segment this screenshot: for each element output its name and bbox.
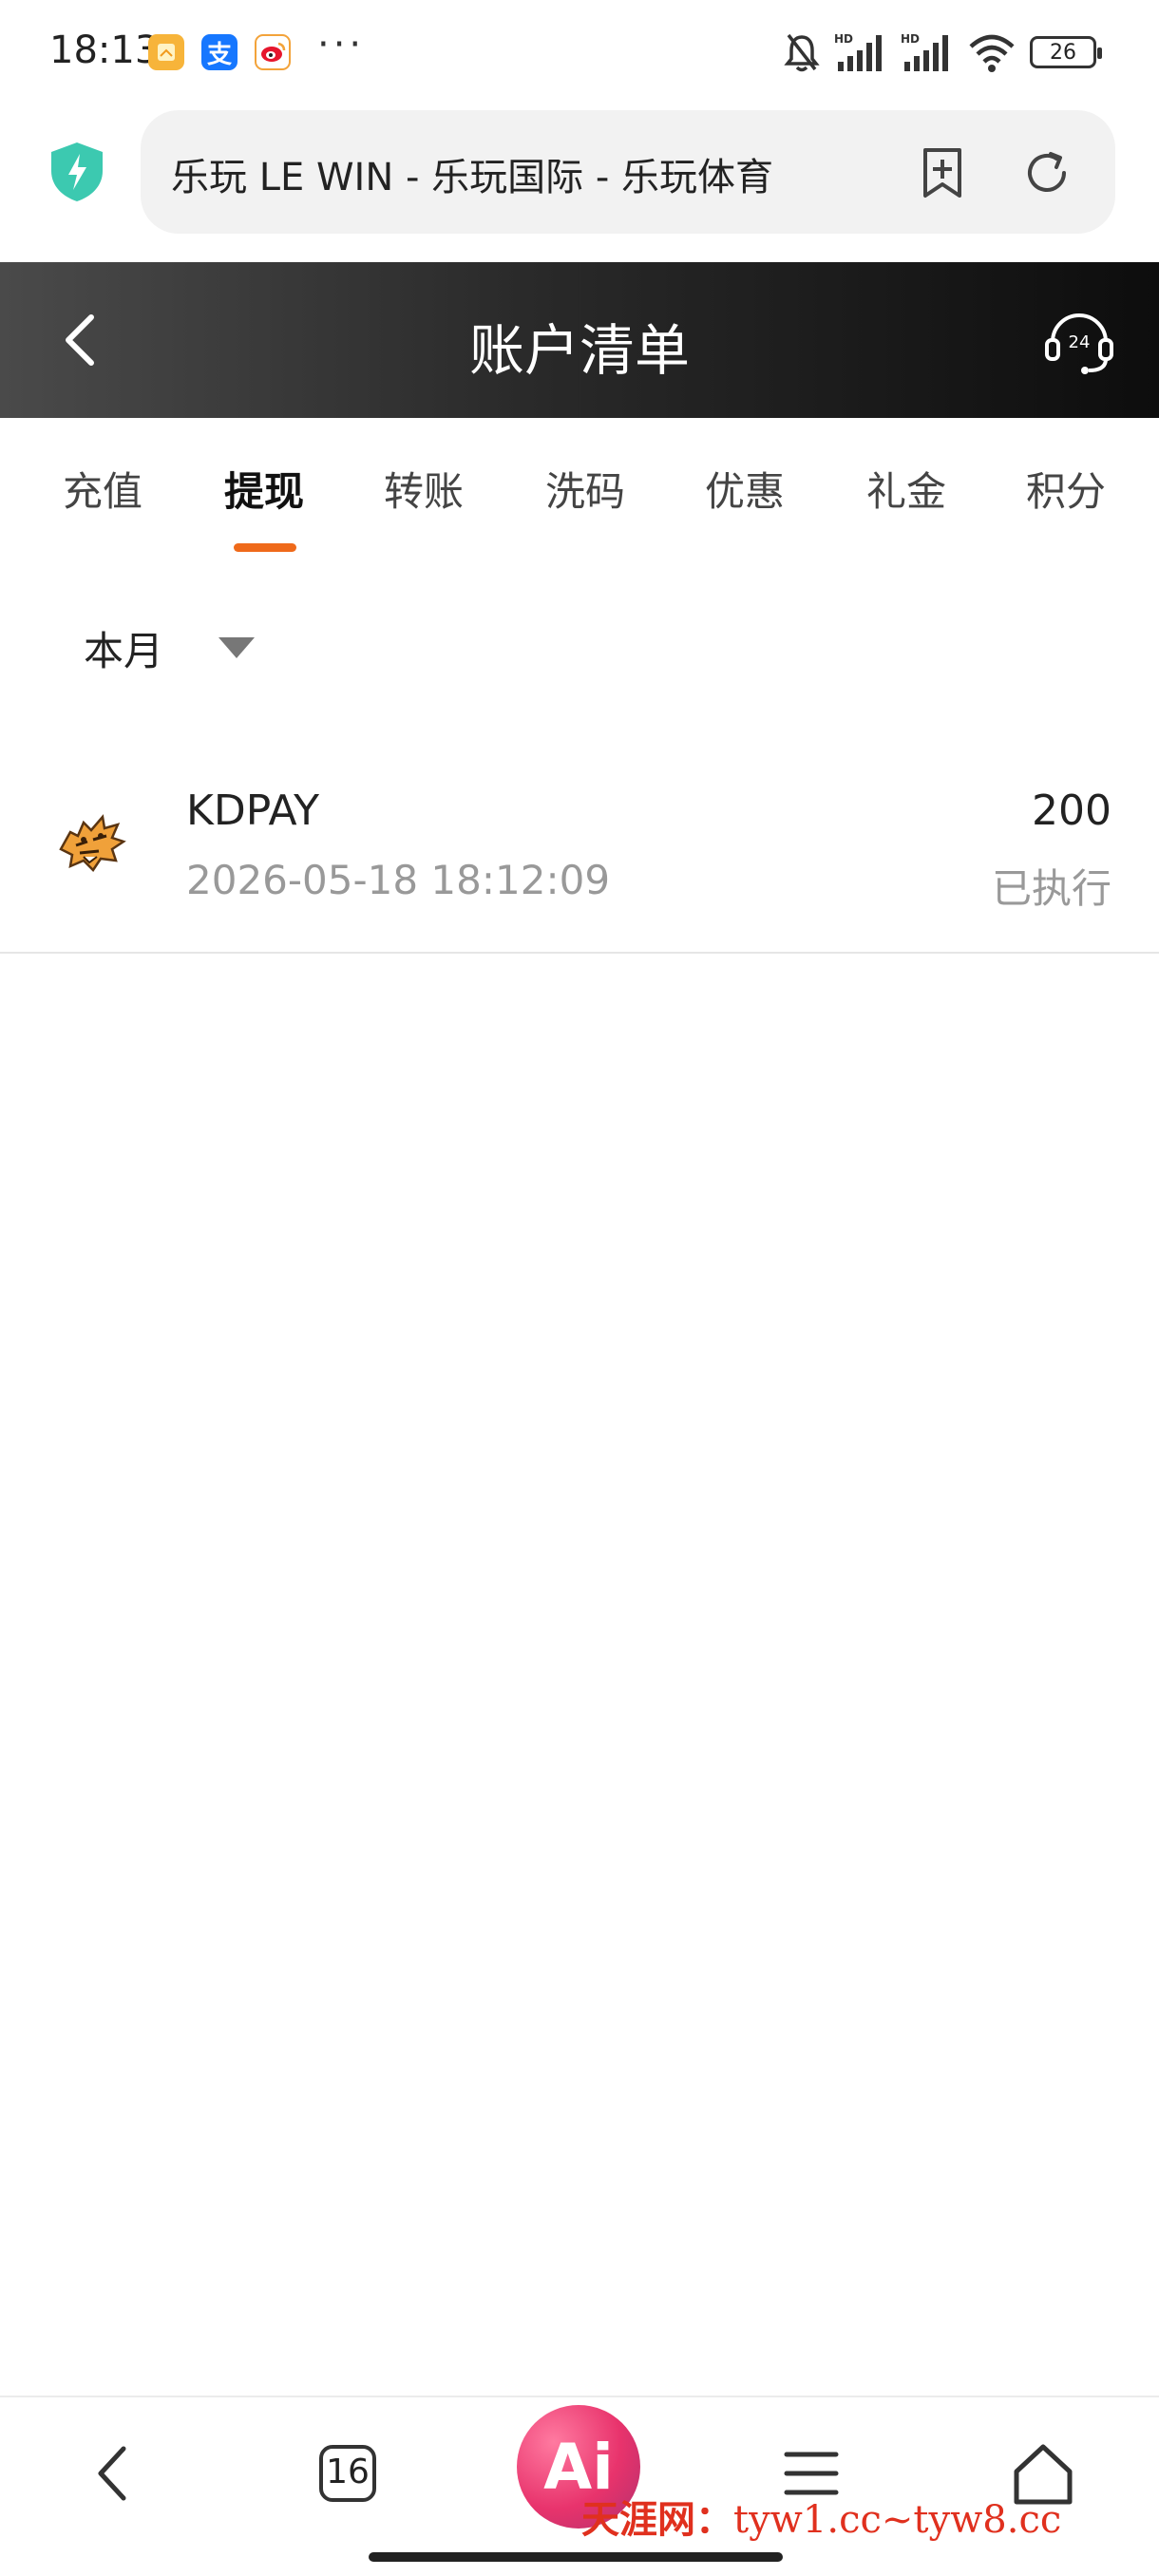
tabs-count: 16 [326, 2453, 370, 2491]
period-filter-label[interactable]: 本月 [84, 619, 163, 677]
browser-bottom-nav: 16 Ai 天涯网：tyw1.cc~tyw8.cc [0, 2396, 1159, 2576]
app-header: 账户清单 24 [0, 262, 1159, 418]
support-24h-icon[interactable]: 24 [1043, 304, 1115, 376]
battery-indicator: 26 [1030, 36, 1102, 68]
svg-text:HD: HD [834, 32, 853, 46]
tab-transfer[interactable]: 转账 [384, 460, 464, 518]
record-status: 已执行 [991, 865, 1112, 912]
record-timestamp: 2026-05-18 18:12:09 [186, 857, 611, 903]
status-bar: 18:13 支 ··· HD HD 26 [0, 0, 1159, 104]
svg-text:HD: HD [901, 32, 920, 46]
tabs-count-button[interactable]: 16 [310, 2435, 386, 2511]
home-indicator[interactable] [369, 2552, 783, 2562]
add-bookmark-icon[interactable] [914, 144, 971, 201]
caret-down-icon[interactable] [218, 637, 256, 658]
status-more-dots: ··· [317, 23, 366, 66]
watermark-url: tyw1.cc~tyw8.cc [733, 2498, 1062, 2542]
record-amount: 200 [1032, 786, 1112, 835]
refresh-icon[interactable] [1018, 144, 1075, 201]
weibo-icon [255, 34, 291, 70]
signal-hd-1-icon: HD [834, 32, 882, 71]
alipay-icon: 支 [201, 34, 238, 70]
address-text[interactable]: 乐玩 LE WIN - 乐玩国际 - 乐玩体育 [171, 146, 855, 199]
signal-hd-2-icon: HD [901, 32, 948, 71]
page-title: 账户清单 [468, 318, 690, 383]
tab-gift[interactable]: 礼金 [866, 460, 946, 518]
watermark-site: 天涯网： [581, 2497, 733, 2542]
tab-withdraw[interactable]: 提现 [224, 460, 304, 518]
tab-points[interactable]: 积分 [1026, 460, 1106, 518]
active-tab-indicator [234, 543, 296, 552]
svg-text:24: 24 [1069, 332, 1091, 352]
tab-bar: 充值 提现 转账 洗码 优惠 礼金 积分 [0, 418, 1159, 560]
kdpay-tiger-logo-icon [59, 814, 126, 872]
address-bar[interactable]: 乐玩 LE WIN - 乐玩国际 - 乐玩体育 [141, 110, 1115, 234]
nav-back-icon[interactable] [76, 2435, 152, 2511]
status-indicators: HD HD 26 [783, 28, 1102, 76]
shield-lightning-icon[interactable] [48, 141, 106, 203]
wifi-icon [969, 34, 1015, 72]
transaction-row[interactable]: KDPAY 2026-05-18 18:12:09 200 已执行 [0, 769, 1159, 954]
record-payee: KDPAY [186, 786, 320, 835]
tab-promotions[interactable]: 优惠 [705, 460, 785, 518]
tab-rebate[interactable]: 洗码 [545, 460, 625, 518]
tab-deposit[interactable]: 充值 [63, 460, 142, 518]
bell-muted-icon [784, 33, 820, 72]
status-time: 18:13 [49, 28, 160, 72]
watermark: 天涯网：tyw1.cc~tyw8.cc [581, 2489, 1061, 2544]
notes-icon [148, 34, 184, 70]
period-filter-dropdown[interactable]: 本月 [84, 619, 256, 677]
